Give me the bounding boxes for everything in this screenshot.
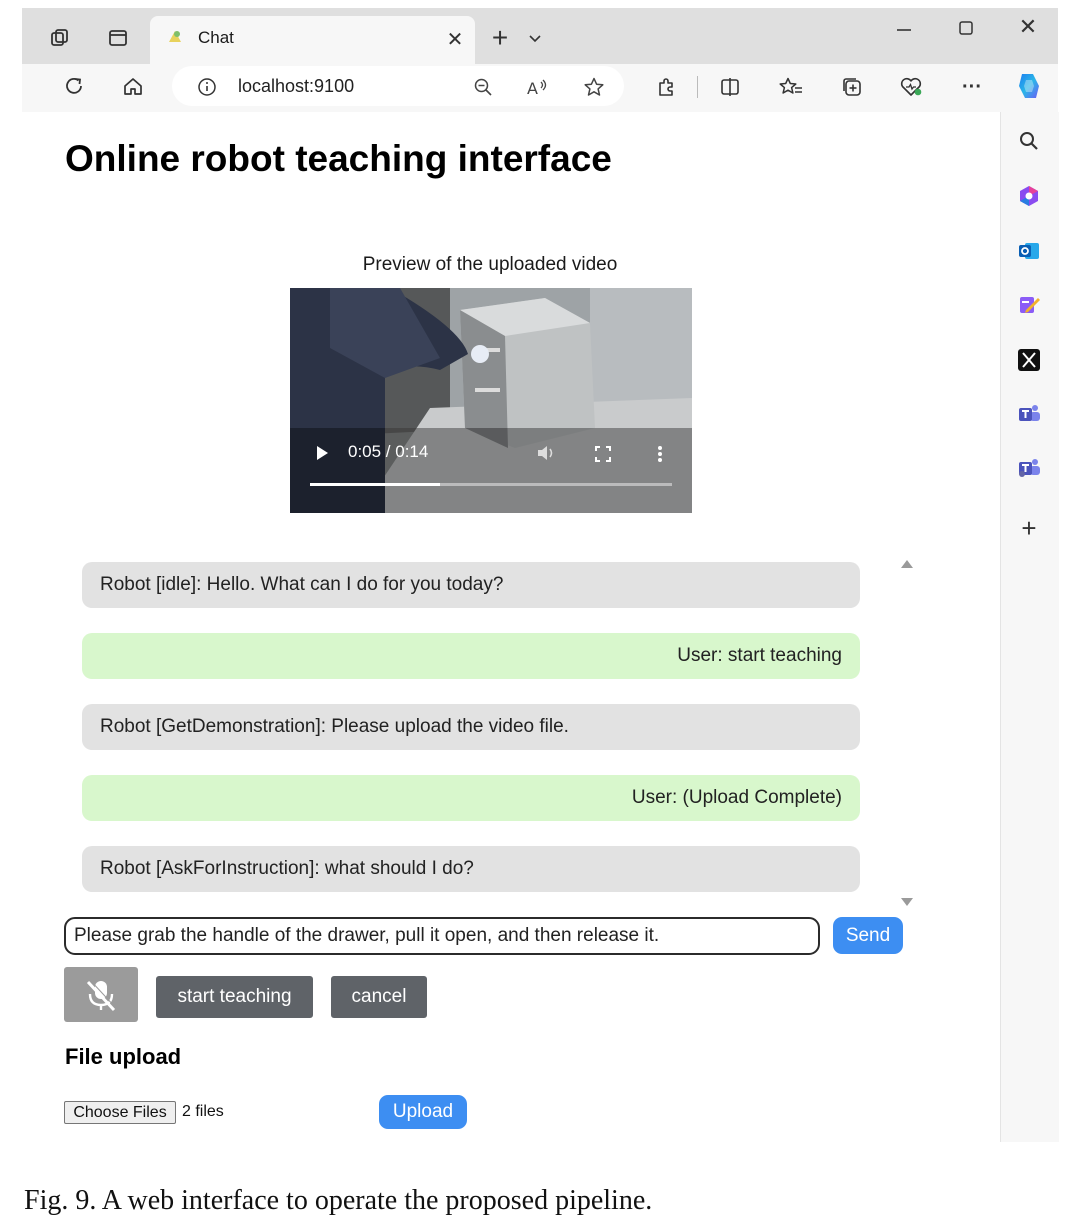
- fullscreen-icon[interactable]: [592, 443, 614, 465]
- page-title: Online robot teaching interface: [65, 138, 612, 179]
- browser-essentials-icon[interactable]: [897, 73, 925, 101]
- upload-button[interactable]: Upload: [379, 1095, 467, 1129]
- workspaces-icon[interactable]: [46, 24, 74, 52]
- video-options-icon[interactable]: [652, 443, 668, 465]
- copilot-app-icon[interactable]: [1015, 182, 1043, 210]
- favorites-icon[interactable]: [777, 73, 805, 101]
- message-text: Robot [AskForInstruction]: what should I…: [100, 858, 474, 879]
- file-upload-heading: File upload: [65, 1044, 182, 1069]
- video-time: 0:05 / 0:14: [348, 442, 429, 461]
- tab-list-icon[interactable]: [524, 28, 546, 50]
- outlook-icon[interactable]: [1015, 237, 1043, 265]
- collections-icon[interactable]: [838, 73, 866, 101]
- message-text: User: start teaching: [677, 645, 842, 666]
- robot-message: Robot [GetDemonstration]: Please upload …: [82, 704, 860, 750]
- designer-icon[interactable]: [1015, 291, 1043, 319]
- cancel-button[interactable]: cancel: [331, 976, 427, 1018]
- figure-caption: Fig. 9. A web interface to operate the p…: [24, 1185, 653, 1216]
- svg-text:A: A: [527, 79, 538, 97]
- message-text: Robot [GetDemonstration]: Please upload …: [100, 716, 569, 737]
- chat-favicon-icon: [164, 26, 186, 48]
- split-screen-icon[interactable]: [716, 73, 744, 101]
- favorite-star-icon[interactable]: [580, 73, 608, 101]
- user-message: User: start teaching: [82, 633, 860, 679]
- search-icon[interactable]: [1015, 127, 1043, 155]
- minimize-icon[interactable]: [890, 18, 918, 42]
- message-text: User: (Upload Complete): [631, 787, 842, 808]
- teams-alt-icon[interactable]: [1015, 454, 1043, 482]
- chat-scrollbar[interactable]: [897, 555, 917, 910]
- file-count: 2 files: [182, 1103, 224, 1120]
- read-aloud-icon[interactable]: A: [524, 74, 552, 100]
- x-icon[interactable]: [1015, 346, 1043, 374]
- play-icon[interactable]: [312, 443, 332, 463]
- extensions-icon[interactable]: [652, 73, 680, 101]
- mute-icon[interactable]: [534, 442, 558, 464]
- user-message: User: (Upload Complete): [82, 775, 860, 821]
- close-window-icon[interactable]: ✕: [1014, 14, 1042, 40]
- microphone-button[interactable]: [64, 967, 138, 1022]
- close-tab-icon[interactable]: ✕: [444, 28, 466, 51]
- video-progress-track[interactable]: [310, 483, 672, 486]
- url-text[interactable]: localhost:9100: [238, 76, 354, 97]
- robot-message: Robot [AskForInstruction]: what should I…: [82, 846, 860, 892]
- choose-files-button[interactable]: Choose Files: [64, 1101, 176, 1124]
- video-frame: [290, 288, 692, 513]
- video-player[interactable]: 0:05 / 0:14: [290, 288, 692, 513]
- teams-icon[interactable]: [1015, 400, 1043, 428]
- message-text: Robot [idle]: Hello. What can I do for y…: [100, 574, 504, 595]
- info-icon[interactable]: [195, 75, 219, 99]
- more-icon[interactable]: ···: [958, 74, 986, 100]
- maximize-icon[interactable]: [952, 16, 980, 40]
- refresh-icon[interactable]: [60, 72, 88, 100]
- tab-actions-icon[interactable]: [104, 24, 132, 52]
- add-icon[interactable]: +: [1015, 513, 1043, 543]
- copilot-icon[interactable]: [1012, 68, 1046, 104]
- video-progress-fill: [310, 483, 441, 486]
- video-caption: Preview of the uploaded video: [362, 254, 618, 275]
- home-icon[interactable]: [119, 72, 147, 100]
- mic-off-icon: [86, 979, 117, 1011]
- toolbar-divider: [697, 76, 698, 98]
- robot-message: Robot [idle]: Hello. What can I do for y…: [82, 562, 860, 608]
- send-button[interactable]: Send: [833, 917, 903, 954]
- new-tab-icon[interactable]: +: [486, 22, 514, 53]
- zoom-out-icon[interactable]: [470, 74, 496, 100]
- message-input[interactable]: [64, 917, 820, 955]
- edge-sidebar: [1000, 112, 1059, 1142]
- start-teaching-button[interactable]: start teaching: [156, 976, 313, 1018]
- tab-title: Chat: [198, 28, 234, 47]
